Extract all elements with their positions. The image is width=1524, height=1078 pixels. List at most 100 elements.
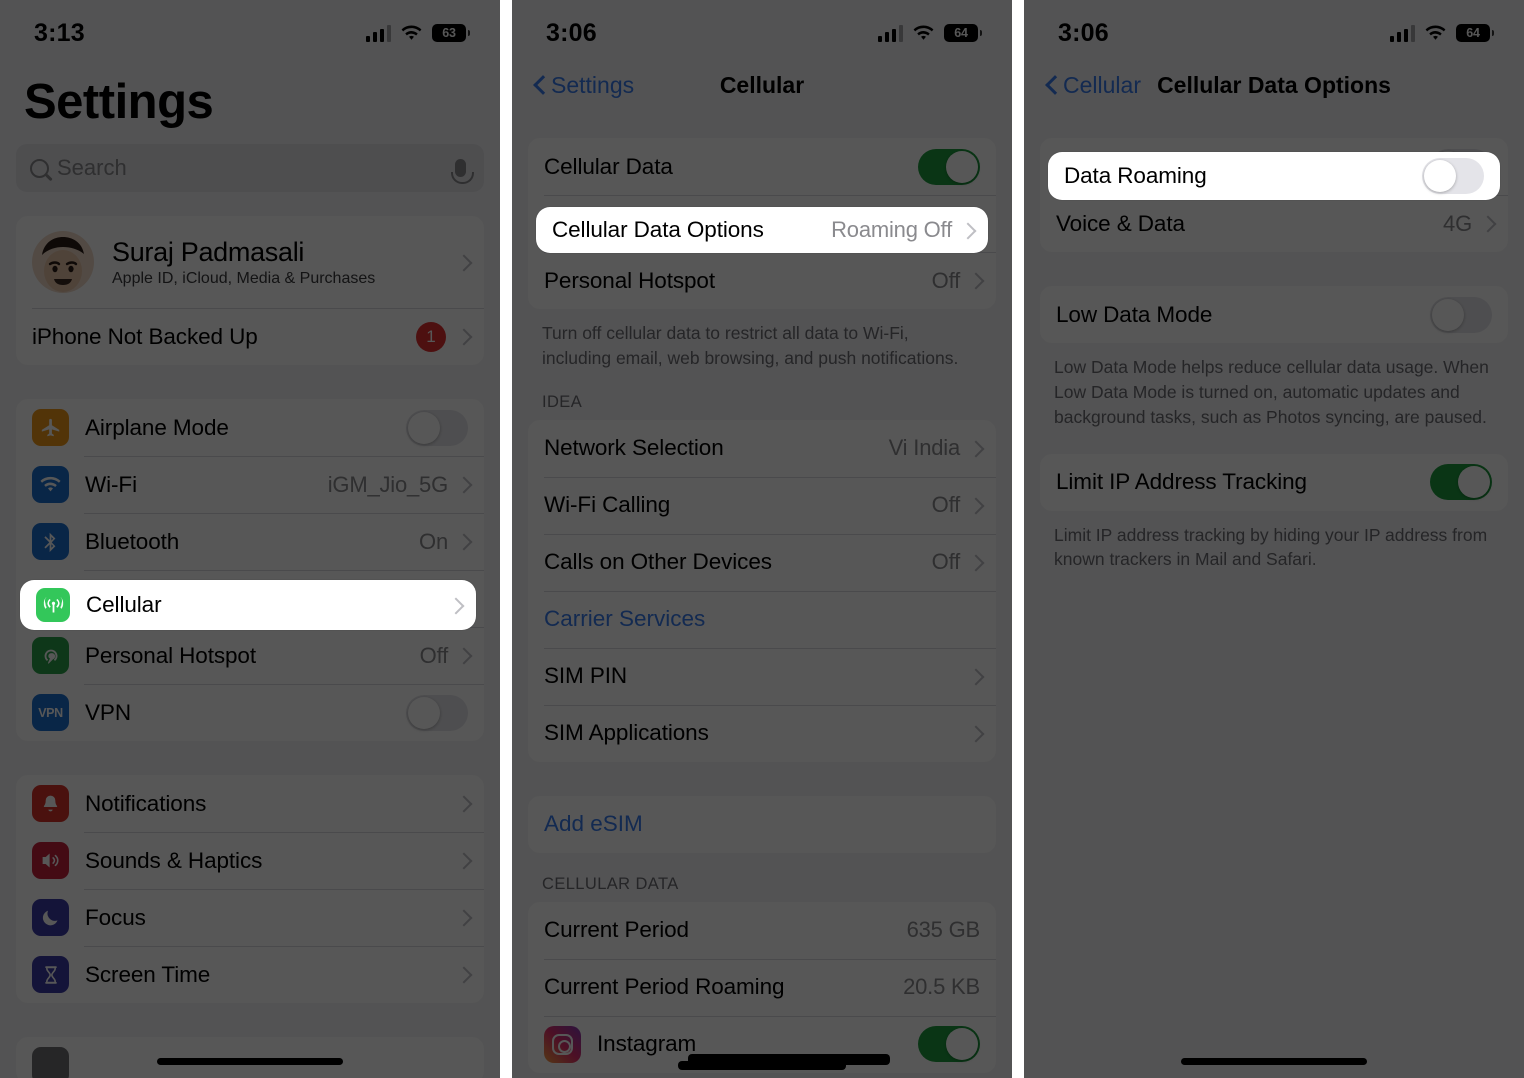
vpn-toggle[interactable] — [406, 694, 468, 731]
add-esim-row[interactable]: Add eSIM — [528, 796, 996, 853]
calls-other-devices-value: Off — [931, 549, 961, 575]
calls-other-devices-row[interactable]: Calls on Other Devices Off — [528, 533, 996, 591]
status-badge: 1 — [416, 321, 446, 352]
backup-label: iPhone Not Backed Up — [32, 323, 258, 349]
screen-time-hourglass-icon — [32, 956, 69, 993]
sidebar-item-sounds-haptics[interactable]: Sounds & Haptics — [16, 832, 484, 889]
panel-cellular: 3:06 64 Settings Cellular Cellular Data — [512, 0, 1012, 1078]
panel-cellular-data-options: 3:06 64 Cellular Cellular Data Options D… — [1024, 0, 1524, 1078]
status-time: 3:06 — [1058, 18, 1109, 47]
limit-ip-card: Limit IP Address Tracking — [1040, 453, 1508, 511]
sidebar-item-notifications[interactable]: Notifications — [16, 775, 484, 832]
battery-level: 64 — [954, 26, 968, 40]
cellular-bars-icon — [877, 25, 903, 42]
airplane-icon — [32, 409, 69, 446]
network-selection-row[interactable]: Network Selection Vi India — [528, 420, 996, 477]
search-placeholder: Search — [57, 155, 127, 180]
wifi-calling-row[interactable]: Wi-Fi Calling Off — [528, 476, 996, 534]
voice-data-row[interactable]: Voice & Data 4G — [1040, 195, 1508, 252]
microphone-icon[interactable] — [451, 159, 474, 184]
limit-ip-toggle[interactable] — [1430, 464, 1492, 501]
avatar — [32, 231, 94, 293]
generic-app-icon — [32, 1047, 69, 1078]
sidebar-item-vpn[interactable]: VPN VPN — [16, 684, 484, 741]
chevron-right-icon — [458, 966, 468, 983]
cellular-antenna-icon — [36, 588, 70, 622]
add-esim-label: Add eSIM — [544, 811, 643, 837]
connectivity-card: Airplane Mode Wi-Fi iGM_Jio_5G Bluetooth… — [16, 399, 484, 741]
sidebar-item-screen-time[interactable]: Screen Time — [16, 946, 484, 1003]
hotspot-value: Off — [419, 642, 449, 668]
hotspot-icon — [32, 637, 69, 674]
instagram-toggle[interactable] — [918, 1026, 980, 1063]
cellular-data-toggle[interactable] — [918, 148, 980, 185]
back-button[interactable]: Cellular — [1046, 72, 1141, 99]
chevron-right-icon — [1482, 215, 1492, 232]
data-roaming-toggle-highlighted[interactable] — [1422, 158, 1484, 194]
limit-ip-row[interactable]: Limit IP Address Tracking — [1040, 454, 1508, 511]
battery-icon: 64 — [1456, 24, 1494, 42]
chevron-right-icon — [458, 254, 468, 271]
cellular-data-footnote: Turn off cellular data to restrict all d… — [542, 323, 959, 368]
instagram-icon — [544, 1025, 581, 1063]
chevron-right-icon — [458, 852, 468, 869]
sidebar-item-label: Airplane Mode — [85, 414, 229, 440]
sim-applications-row[interactable]: SIM Applications — [528, 704, 996, 762]
low-data-mode-row[interactable]: Low Data Mode — [1040, 286, 1508, 343]
sidebar-item-airplane-mode[interactable]: Airplane Mode — [16, 399, 484, 456]
wifi-calling-label: Wi-Fi Calling — [544, 492, 671, 518]
current-period-roaming-value: 20.5 KB — [903, 974, 980, 1000]
chevron-right-icon — [458, 647, 468, 664]
profile-name: Suraj Padmasali — [112, 236, 305, 267]
chevron-right-icon — [450, 597, 460, 614]
profile-row[interactable]: Suraj Padmasali Apple ID, iCloud, Media … — [16, 216, 484, 308]
search-input[interactable]: Search — [16, 144, 484, 192]
sim-pin-row[interactable]: SIM PIN — [528, 647, 996, 705]
wifi-icon — [1424, 24, 1447, 42]
battery-icon: 64 — [944, 24, 982, 42]
network-selection-value: Vi India — [888, 435, 961, 461]
sidebar-item-bluetooth[interactable]: Bluetooth On — [16, 513, 484, 570]
profile-subtitle: Apple ID, iCloud, Media & Purchases — [112, 269, 376, 287]
sidebar-item-personal-hotspot[interactable]: Personal Hotspot Off — [16, 627, 484, 684]
sounds-speaker-icon — [32, 842, 69, 879]
personal-hotspot-row[interactable]: Personal Hotspot Off — [528, 252, 996, 309]
chevron-left-icon — [534, 76, 545, 95]
status-indicators: 63 — [365, 24, 470, 42]
account-card: Suraj Padmasali Apple ID, iCloud, Media … — [16, 216, 484, 365]
sidebar-item-wifi[interactable]: Wi-Fi iGM_Jio_5G — [16, 456, 484, 513]
low-data-mode-card: Low Data Mode — [1040, 286, 1508, 343]
highlight-cdo-value: Roaming Off — [831, 217, 952, 242]
carrier-services-row[interactable]: Carrier Services — [528, 590, 996, 648]
sidebar-item-label: Bluetooth — [85, 528, 180, 554]
wifi-icon — [32, 466, 69, 503]
current-period-row: Current Period 635 GB — [528, 902, 996, 959]
chevron-right-icon — [458, 328, 468, 345]
chevron-right-icon — [458, 909, 468, 926]
personal-hotspot-value: Off — [931, 267, 961, 293]
back-button[interactable]: Settings — [534, 72, 634, 99]
status-indicators: 64 — [1389, 24, 1494, 42]
low-data-mode-toggle[interactable] — [1430, 296, 1492, 333]
home-indicator — [157, 1058, 343, 1065]
current-period-roaming-label: Current Period Roaming — [544, 974, 785, 1000]
cellular-bars-icon — [1389, 25, 1415, 42]
highlight-data-roaming-label: Data Roaming — [1064, 163, 1207, 188]
usage-card: Current Period 635 GB Current Period Roa… — [528, 901, 996, 1073]
wifi-icon — [912, 24, 935, 42]
chevron-right-icon — [458, 533, 468, 550]
three-panel-screenshot: 3:13 63 Settings Search Suraj Padmasali … — [0, 0, 1524, 1078]
chevron-right-icon — [458, 795, 468, 812]
panel-settings: 3:13 63 Settings Search Suraj Padmasali … — [0, 0, 500, 1078]
airplane-mode-toggle[interactable] — [406, 409, 468, 446]
backup-row[interactable]: iPhone Not Backed Up 1 — [16, 308, 484, 365]
sidebar-item-label: Focus — [85, 904, 146, 930]
cellular-data-row[interactable]: Cellular Data — [528, 138, 996, 195]
highlight-data-roaming-row[interactable]: Data Roaming — [1048, 152, 1500, 200]
wifi-value: iGM_Jio_5G — [327, 471, 448, 497]
highlight-cellular-data-options-row[interactable]: Cellular Data Options Roaming Off — [536, 207, 988, 253]
cellular-data-group-header: CELLULAR DATA — [542, 874, 679, 893]
sidebar-item-focus[interactable]: Focus — [16, 889, 484, 946]
highlight-cellular-row[interactable]: Cellular — [20, 580, 476, 630]
sidebar-item-label: Personal Hotspot — [85, 642, 256, 668]
